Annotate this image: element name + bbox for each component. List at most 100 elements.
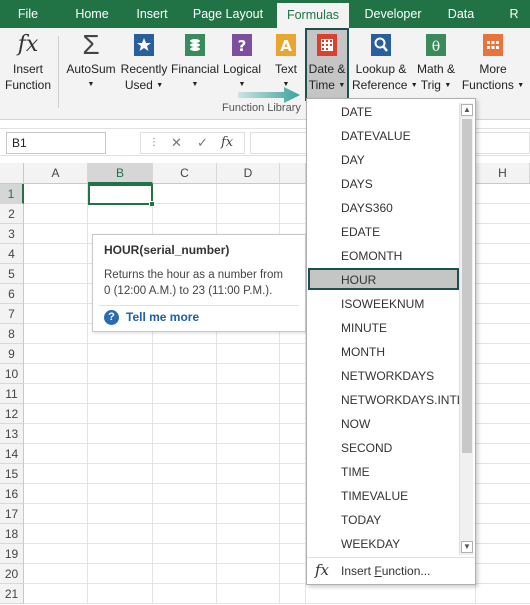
tooltip-line-1: Returns the hour as a number from (104, 269, 283, 281)
dropdown-item-datevalue[interactable]: DATEVALUE (341, 129, 411, 143)
tab-page-layout[interactable]: Page Layout (190, 0, 266, 28)
dropdown-item-timevalue[interactable]: TIMEVALUE (341, 489, 408, 503)
tab-review[interactable]: R (500, 0, 528, 28)
text-label: Text (274, 62, 297, 76)
row-header[interactable]: 2 (0, 204, 24, 224)
text-button[interactable]: A Text ▼ (268, 32, 304, 93)
row-gridline (24, 603, 530, 604)
chevron-down-icon: ▼ (444, 81, 452, 89)
logical-button[interactable]: ? Logical ▼ (221, 32, 263, 93)
dropdown-item-minute[interactable]: MINUTE (341, 321, 387, 335)
row-header[interactable]: 20 (0, 564, 24, 584)
lookup-reference-label-1: Lookup & (355, 62, 407, 76)
dropdown-item-date[interactable]: DATE (341, 105, 372, 119)
date-time-label-1: Date & (308, 62, 346, 76)
help-icon[interactable]: ? (104, 310, 119, 325)
sigma-icon: Σ (82, 29, 100, 60)
column-header-d[interactable]: D (217, 163, 280, 184)
tab-file[interactable]: File (10, 0, 46, 28)
dots-icon: ⋮ (149, 137, 159, 148)
row-header[interactable]: 19 (0, 544, 24, 564)
dropdown-item-networkdays[interactable]: NETWORKDAYS (341, 369, 434, 383)
row-header[interactable]: 18 (0, 524, 24, 544)
row-header[interactable]: 11 (0, 384, 24, 404)
scroll-down-icon[interactable]: ▼ (461, 541, 473, 553)
scrollbar-thumb[interactable] (462, 119, 472, 453)
insert-function-text-1: Insert (341, 564, 375, 578)
column-header-a[interactable]: A (24, 163, 88, 184)
dropdown-item-hour[interactable]: HOUR (341, 273, 376, 287)
row-header[interactable]: 3 (0, 224, 24, 244)
insert-function-fx-icon[interactable]: fx (221, 135, 233, 150)
fill-handle[interactable] (149, 201, 155, 207)
text-book-icon: A (276, 34, 296, 56)
tab-data[interactable]: Data (440, 0, 482, 28)
column-header-hidden[interactable] (280, 163, 306, 184)
insert-function-label-1: Insert (12, 62, 43, 76)
date-time-button[interactable]: Date & Time ▼ (305, 32, 349, 94)
column-header-h[interactable]: H (476, 163, 530, 184)
selected-cell-b1[interactable] (88, 184, 153, 205)
tab-developer[interactable]: Developer (360, 0, 426, 28)
more-functions-label-2: Functions (461, 78, 514, 92)
chevron-down-icon: ▼ (338, 81, 346, 89)
column-header-c[interactable]: C (153, 163, 217, 184)
dropdown-item-month[interactable]: MONTH (341, 345, 385, 359)
dropdown-item-weekday[interactable]: WEEKDAY (341, 537, 400, 551)
autosum-label: AutoSum (66, 62, 116, 76)
recently-used-button[interactable]: Recently Used ▼ (119, 32, 169, 94)
dropdown-item-today[interactable]: TODAY (341, 513, 381, 527)
row-header[interactable]: 16 (0, 484, 24, 504)
dropdown-item-second[interactable]: SECOND (341, 441, 392, 455)
more-functions-button[interactable]: More Functions ▼ (460, 32, 526, 94)
dropdown-item-now[interactable]: NOW (341, 417, 370, 431)
tab-insert[interactable]: Insert (130, 0, 174, 28)
logical-label: Logical (222, 62, 262, 76)
date-time-label-2: Time (308, 78, 335, 92)
tab-home[interactable]: Home (70, 0, 114, 28)
row-header[interactable]: 7 (0, 304, 24, 324)
row-header[interactable]: 15 (0, 464, 24, 484)
dropdown-item-days360[interactable]: DAYS360 (341, 201, 393, 215)
row-header[interactable]: 14 (0, 444, 24, 464)
dropdown-scrollbar[interactable]: ▲ ▼ (459, 103, 473, 555)
dropdown-item-time[interactable]: TIME (341, 465, 370, 479)
row-header[interactable]: 21 (0, 584, 24, 604)
dropdown-item-edate[interactable]: EDATE (341, 225, 380, 239)
dropdown-item-isoweeknum[interactable]: ISOWEEKNUM (341, 297, 424, 311)
select-all-corner[interactable] (0, 163, 24, 184)
row-header[interactable]: 10 (0, 364, 24, 384)
cancel-icon[interactable]: ✕ (171, 135, 182, 151)
column-header-b[interactable]: B (88, 163, 153, 184)
row-header[interactable]: 6 (0, 284, 24, 304)
dropdown-item-networkdays-intl[interactable]: NETWORKDAYS.INTL (341, 393, 463, 407)
row-header[interactable]: 4 (0, 244, 24, 264)
name-box[interactable]: B1 (6, 132, 106, 154)
recently-used-label-2: Used (124, 78, 153, 92)
scroll-up-icon[interactable]: ▲ (461, 104, 473, 116)
row-header[interactable]: 8 (0, 324, 24, 344)
tell-me-more-link[interactable]: Tell me more (126, 310, 199, 324)
math-trig-button[interactable]: θ Math & Trig ▼ (413, 32, 459, 94)
row-header[interactable]: 1 (0, 184, 24, 204)
insert-function-accelerator: F (374, 564, 382, 578)
dropdown-item-eomonth[interactable]: EOMONTH (341, 249, 402, 263)
row-header[interactable]: 12 (0, 404, 24, 424)
star-book-icon (134, 34, 154, 56)
insert-function-menu-item[interactable]: Insert Function... (341, 564, 430, 578)
enter-icon[interactable]: ✓ (197, 135, 208, 151)
row-header[interactable]: 17 (0, 504, 24, 524)
row-header[interactable]: 9 (0, 344, 24, 364)
row-header[interactable]: 13 (0, 424, 24, 444)
dropdown-item-day[interactable]: DAY (341, 153, 365, 167)
lookup-reference-button[interactable]: Lookup & Reference ▼ (352, 32, 418, 94)
more-functions-label-1: More (479, 62, 507, 76)
financial-button[interactable]: Financial ▼ (170, 32, 220, 93)
pointer-arrow-icon (238, 87, 300, 103)
fx-icon: fx (17, 32, 39, 57)
tab-formulas[interactable]: Formulas (277, 3, 349, 28)
autosum-button[interactable]: Σ AutoSum ▼ (63, 29, 119, 93)
dropdown-item-days[interactable]: DAYS (341, 177, 373, 191)
insert-function-button[interactable]: fx Insert Function (2, 32, 54, 93)
row-header[interactable]: 5 (0, 264, 24, 284)
